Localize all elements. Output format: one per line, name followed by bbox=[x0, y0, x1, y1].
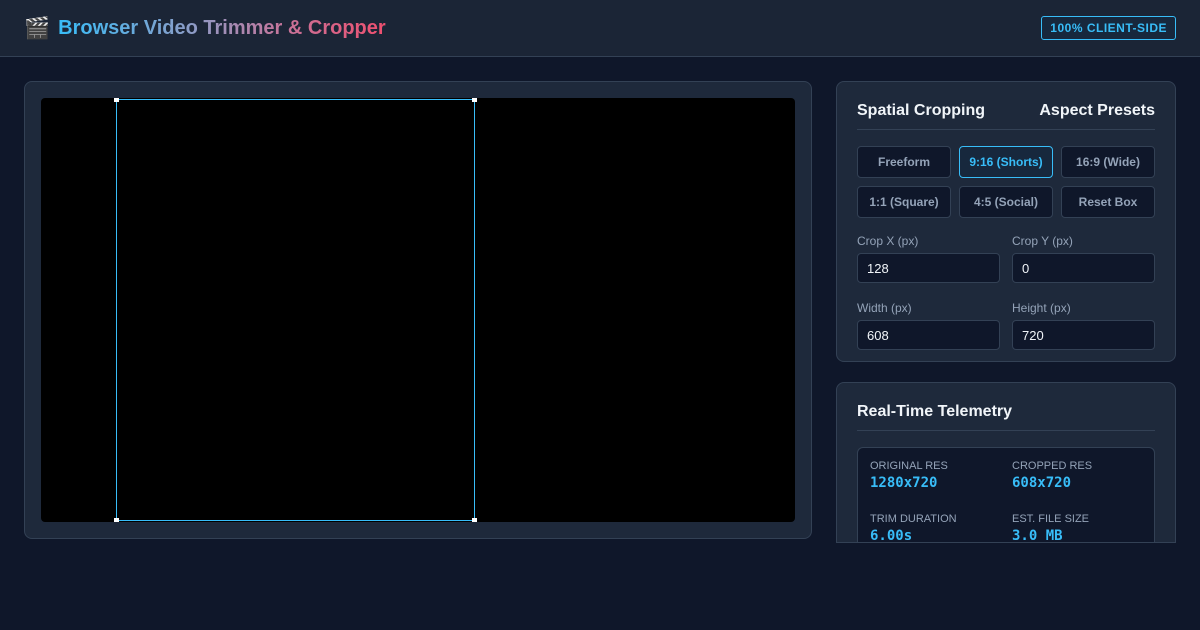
crop-y-label: Crop Y (px) bbox=[1012, 234, 1073, 248]
presets-heading: Aspect Presets bbox=[1039, 102, 1155, 119]
stat-label: TRIM DURATION bbox=[870, 513, 957, 525]
brand: 🎬 Browser Video Trimmer & Cropper bbox=[24, 17, 386, 40]
telemetry-panel: Real-Time Telemetry ORIGINAL RES 1280x72… bbox=[836, 382, 1176, 543]
app-header: 🎬 Browser Video Trimmer & Cropper 100% C… bbox=[0, 0, 1200, 57]
crop-x-group: Crop X (px) bbox=[857, 234, 1000, 283]
video-preview[interactable] bbox=[41, 98, 795, 522]
panel-title: Spatial Cropping bbox=[857, 102, 985, 119]
stat-label: ORIGINAL RES bbox=[870, 460, 948, 472]
reset-box-button[interactable]: Reset Box bbox=[1061, 186, 1155, 218]
clapper-board-icon: 🎬 bbox=[24, 16, 51, 40]
crop-y-input[interactable] bbox=[1012, 253, 1155, 283]
crop-x-label: Crop X (px) bbox=[857, 234, 919, 248]
crop-y-group: Crop Y (px) bbox=[1012, 234, 1155, 283]
spatial-cropping-panel: Spatial Cropping Aspect Presets Freeform… bbox=[836, 81, 1176, 362]
stat-cropped-res: CROPPED RES 608x720 bbox=[1012, 460, 1154, 501]
height-input[interactable] bbox=[1012, 320, 1155, 350]
stat-value: 6.00s bbox=[870, 528, 913, 543]
width-input[interactable] bbox=[857, 320, 1000, 350]
width-group: Width (px) bbox=[857, 301, 1000, 350]
preset-4-5-button[interactable]: 4:5 (Social) bbox=[959, 186, 1053, 218]
telemetry-stats: ORIGINAL RES 1280x720 CROPPED RES 608x72… bbox=[857, 447, 1155, 543]
width-label: Width (px) bbox=[857, 301, 912, 315]
stat-original-res: ORIGINAL RES 1280x720 bbox=[870, 460, 1012, 501]
telemetry-header: Real-Time Telemetry bbox=[857, 403, 1155, 431]
stat-label: EST. FILE SIZE bbox=[1012, 513, 1090, 525]
stat-value: 3.0 MB bbox=[1012, 528, 1063, 543]
client-side-badge: 100% CLIENT-SIDE bbox=[1041, 16, 1176, 40]
height-group: Height (px) bbox=[1012, 301, 1155, 350]
stat-value: 1280x720 bbox=[870, 475, 938, 491]
telemetry-title: Real-Time Telemetry bbox=[857, 403, 1013, 420]
stat-value: 608x720 bbox=[1012, 475, 1072, 491]
video-stage bbox=[24, 81, 812, 539]
stat-est-file-size: EST. FILE SIZE 3.0 MB bbox=[1012, 513, 1154, 543]
crop-handle-top-right[interactable] bbox=[472, 98, 477, 102]
crop-handle-top-left[interactable] bbox=[114, 98, 119, 102]
preset-16-9-button[interactable]: 16:9 (Wide) bbox=[1061, 146, 1155, 178]
preset-9-16-button[interactable]: 9:16 (Shorts) bbox=[959, 146, 1053, 178]
preset-freeform-button[interactable]: Freeform bbox=[857, 146, 951, 178]
crop-x-input[interactable] bbox=[857, 253, 1000, 283]
crop-handle-bottom-right[interactable] bbox=[472, 518, 477, 522]
preset-1-1-button[interactable]: 1:1 (Square) bbox=[857, 186, 951, 218]
height-label: Height (px) bbox=[1012, 301, 1071, 315]
panel-header: Spatial Cropping Aspect Presets bbox=[857, 102, 1155, 130]
stat-trim-duration: TRIM DURATION 6.00s bbox=[870, 513, 1012, 543]
app-title: Browser Video Trimmer & Cropper bbox=[58, 16, 386, 39]
aspect-presets: Freeform 9:16 (Shorts) 16:9 (Wide) 1:1 (… bbox=[857, 146, 1155, 218]
crop-box[interactable] bbox=[114, 98, 477, 522]
crop-handle-bottom-left[interactable] bbox=[114, 518, 119, 522]
stat-label: CROPPED RES bbox=[1012, 460, 1093, 472]
crop-fields: Crop X (px) Crop Y (px) Width (px) Heigh… bbox=[857, 234, 1155, 350]
